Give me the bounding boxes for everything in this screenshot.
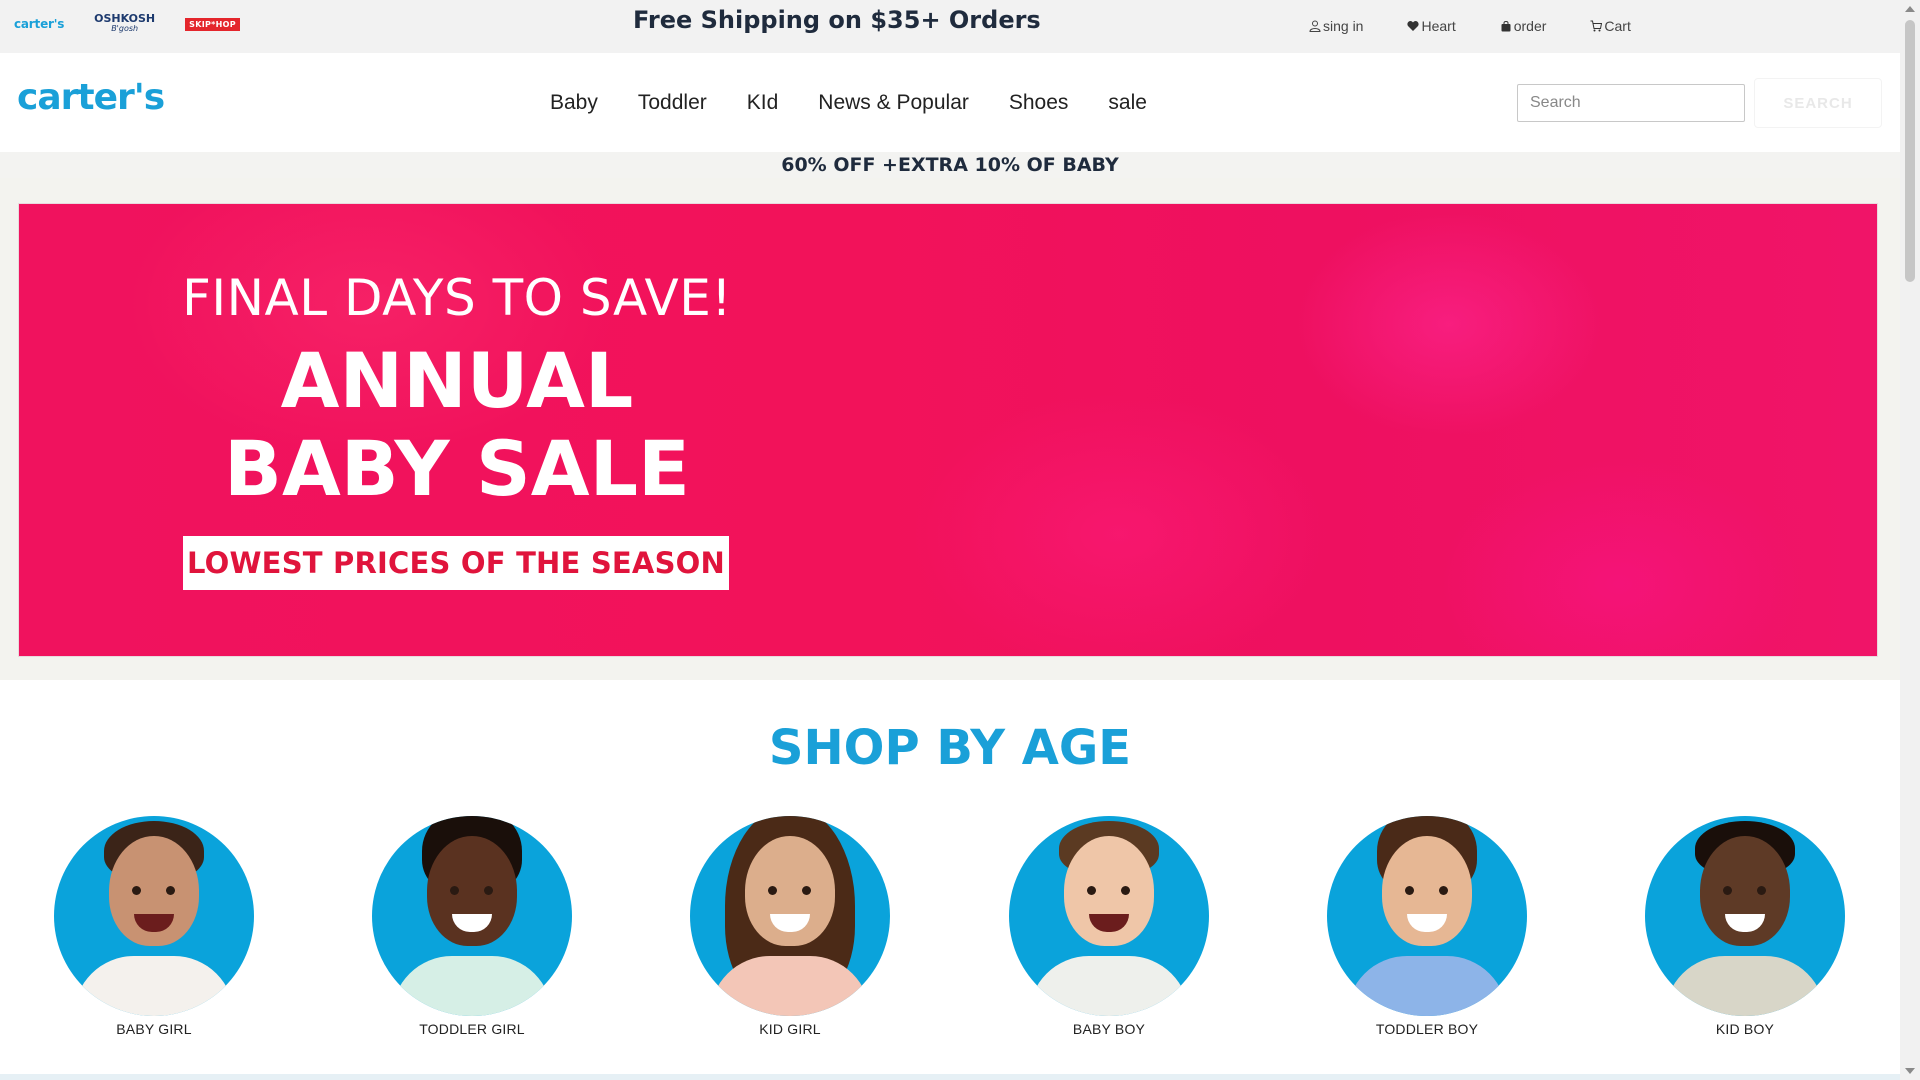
shop-by-age-list: BABY GIRL TODDLER GIRL KID GIRL BABY BOY… [0, 816, 1900, 1046]
hero-title-line-1: ANNUAL [280, 336, 634, 425]
age-item-baby-girl[interactable]: BABY GIRL [54, 816, 254, 1037]
kid-boy-avatar [1645, 816, 1845, 1016]
user-icon [1309, 20, 1321, 32]
shop-by-age-title: SHOP BY AGE [768, 720, 1132, 776]
nav-item-kid[interactable]: KId [747, 91, 779, 115]
utility-bar: carter's OSHKOSH B'gosh SKIP*HOP Free Sh… [0, 0, 1900, 53]
cart-label: Cart [1604, 18, 1631, 34]
skiphop-brand-logo[interactable]: SKIP*HOP [185, 17, 240, 31]
age-item-kid-girl[interactable]: KID GIRL [690, 816, 890, 1037]
vertical-scrollbar[interactable] [1900, 0, 1920, 1080]
age-item-kid-boy[interactable]: KID BOY [1645, 816, 1845, 1037]
hero-banner[interactable]: FINAL DAYS TO SAVE! ANNUAL BABY SALE LOW… [19, 204, 1877, 656]
age-item-label: KID BOY [1715, 1021, 1775, 1037]
age-item-label: BABY BOY [1072, 1021, 1146, 1037]
page-bottom-edge [0, 1074, 1900, 1080]
hero-section: FINAL DAYS TO SAVE! ANNUAL BABY SALE LOW… [0, 178, 1900, 680]
baby-girl-avatar [54, 816, 254, 1016]
scroll-down-arrow-icon[interactable] [1905, 1068, 1915, 1074]
nav-item-news-popular[interactable]: News & Popular [818, 91, 969, 115]
age-item-label: TODDLER BOY [1375, 1021, 1479, 1037]
bag-icon [1501, 21, 1511, 32]
search-input[interactable] [1517, 84, 1745, 122]
age-item-label: TODDLER GIRL [419, 1021, 525, 1037]
toddler-girl-avatar [372, 816, 572, 1016]
main-header: carter's Baby Toddler KId News & Popular… [0, 53, 1900, 152]
nav-item-baby[interactable]: Baby [550, 91, 598, 115]
oshkosh-brand-logo[interactable]: OSHKOSH B'gosh [94, 13, 155, 34]
heart-icon [1407, 21, 1420, 31]
sign-in-link[interactable]: sing in [1309, 18, 1363, 34]
search-button[interactable]: SEARCH [1754, 78, 1882, 128]
toddler-boy-avatar [1327, 816, 1527, 1016]
scroll-up-arrow-icon[interactable] [1905, 6, 1915, 12]
age-item-toddler-boy[interactable]: TODDLER BOY [1327, 816, 1527, 1037]
hero-cta-button[interactable]: LOWEST PRICES OF THE SEASON [183, 536, 729, 590]
free-shipping-promo[interactable]: Free Shipping on $35+ Orders [633, 6, 1041, 34]
age-item-label: KID GIRL [759, 1021, 821, 1037]
hero-title: ANNUAL BABY SALE [177, 337, 737, 513]
cart-icon [1590, 20, 1603, 32]
nav-item-sale[interactable]: sale [1108, 91, 1147, 115]
age-item-label: BABY GIRL [116, 1021, 192, 1037]
order-link[interactable]: order [1500, 18, 1547, 34]
hero-title-line-2: BABY SALE [224, 424, 690, 513]
age-item-baby-boy[interactable]: BABY BOY [1009, 816, 1209, 1037]
heart-link[interactable]: Heart [1407, 18, 1456, 34]
kid-girl-avatar [690, 816, 890, 1016]
account-links: sing in Heart order Cart [1309, 18, 1631, 34]
baby-boy-avatar [1009, 816, 1209, 1016]
carters-brand-logo[interactable]: carter's [14, 17, 64, 31]
carters-logo[interactable]: carter's [17, 77, 165, 118]
nav-item-shoes[interactable]: Shoes [1009, 91, 1069, 115]
order-label: order [1513, 18, 1547, 34]
sign-in-label: sing in [1323, 18, 1364, 34]
scroll-thumb[interactable] [1905, 20, 1915, 282]
main-nav: Baby Toddler KId News & Popular Shoes sa… [550, 91, 1147, 115]
heart-label: Heart [1421, 18, 1456, 34]
brand-logos: carter's OSHKOSH B'gosh SKIP*HOP [14, 13, 240, 34]
cart-link[interactable]: Cart [1590, 18, 1631, 34]
nav-item-toddler[interactable]: Toddler [638, 91, 707, 115]
sale-strip[interactable]: 60% OFF +EXTRA 10% OF BABY [0, 152, 1900, 178]
age-item-toddler-girl[interactable]: TODDLER GIRL [372, 816, 572, 1037]
hero-headline: FINAL DAYS TO SAVE! [182, 269, 732, 327]
